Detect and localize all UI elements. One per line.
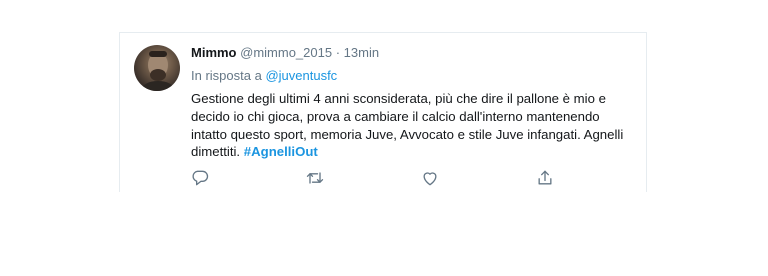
reply-mention-link[interactable]: @juventusfc bbox=[265, 68, 337, 83]
like-icon bbox=[423, 172, 437, 186]
retweet-button[interactable] bbox=[305, 168, 325, 188]
tweet-actions bbox=[191, 168, 631, 190]
hashtag-link[interactable]: #AgnelliOut bbox=[244, 144, 318, 159]
author-name[interactable]: Mimmo bbox=[191, 45, 237, 60]
reply-button[interactable] bbox=[190, 168, 210, 188]
reply-prefix: In risposta a bbox=[191, 68, 262, 83]
author-handle[interactable]: @mimmo_2015 bbox=[240, 45, 332, 60]
like-button[interactable] bbox=[420, 168, 440, 188]
retweet-icon bbox=[306, 172, 324, 184]
share-icon bbox=[538, 170, 552, 185]
tweet-content: Mimmo @mimmo_2015 · 13min In risposta a … bbox=[191, 44, 636, 161]
separator-dot: · bbox=[335, 45, 341, 60]
share-button[interactable] bbox=[535, 168, 555, 188]
tweet-header: Mimmo @mimmo_2015 · 13min bbox=[191, 44, 636, 62]
reply-context: In risposta a @juventusfc bbox=[191, 67, 636, 85]
tweet-card[interactable]: Mimmo @mimmo_2015 · 13min In risposta a … bbox=[119, 32, 647, 192]
tweet-text: Gestione degli ultimi 4 anni sconsiderat… bbox=[191, 90, 636, 161]
avatar[interactable] bbox=[134, 45, 180, 91]
reply-icon bbox=[192, 170, 209, 186]
tweet-time[interactable]: 13min bbox=[344, 45, 379, 60]
